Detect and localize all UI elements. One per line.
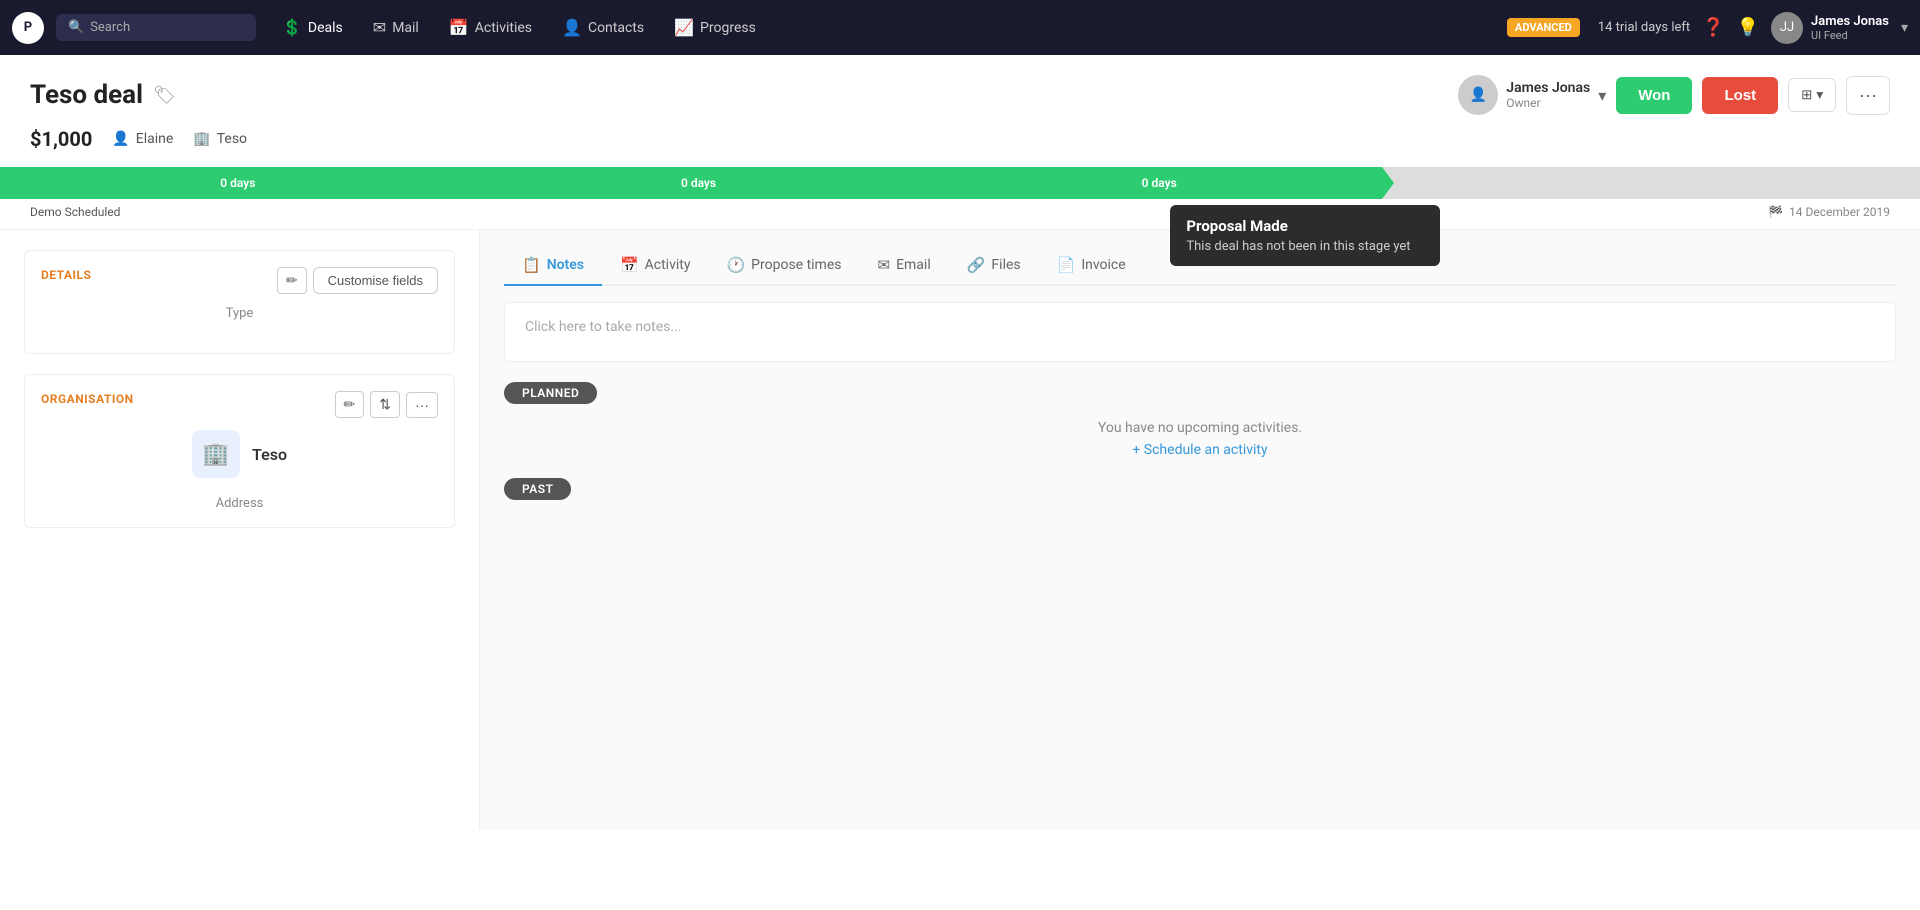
schedule-activity-link[interactable]: + Schedule an activity (504, 442, 1896, 458)
stage-label: Demo Scheduled (30, 205, 120, 219)
progress-seg-2[interactable]: 0 days (461, 167, 922, 199)
type-field: Type (41, 306, 438, 321)
user-sub: UI Feed (1811, 29, 1889, 42)
activities-icon: 📅 (449, 18, 469, 37)
tab-invoice[interactable]: 📄 Invoice (1039, 246, 1144, 286)
bulb-icon[interactable]: 💡 (1737, 17, 1759, 38)
user-dropdown-icon[interactable]: ▾ (1901, 20, 1908, 36)
notes-tab-icon: 📋 (522, 256, 541, 274)
owner-name: James Jonas (1506, 80, 1590, 96)
lost-button[interactable]: Lost (1702, 77, 1778, 114)
user-name: James Jonas (1811, 14, 1889, 29)
deal-person: 👤 Elaine (112, 131, 173, 147)
deal-actions: 👤 James Jonas Owner ▾ Won Lost ⊞ ▾ ··· (1458, 75, 1890, 115)
grid-icon: ⊞ (1801, 87, 1812, 103)
user-avatar: JJ (1771, 12, 1803, 44)
org-actions: ✏ ⇅ ··· (335, 391, 438, 418)
won-button[interactable]: Won (1616, 77, 1692, 114)
details-title: DETAILS (41, 268, 91, 282)
nav-item-mail[interactable]: ✉ Mail (359, 12, 433, 43)
trial-badge: ADVANCED (1507, 18, 1580, 37)
owner-area: 👤 James Jonas Owner ▾ (1458, 75, 1606, 115)
nav-item-activities[interactable]: 📅 Activities (435, 12, 546, 43)
top-nav: P 🔍 Search 💲 Deals ✉ Mail 📅 Activities 👤… (0, 0, 1920, 55)
progress-bar: 0 days 0 days 0 days (0, 167, 1920, 199)
view-toggle-button[interactable]: ⊞ ▾ (1788, 78, 1836, 112)
nav-right: ADVANCED 14 trial days left ❓ 💡 JJ James… (1507, 12, 1908, 44)
tab-files[interactable]: 🔗 Files (949, 246, 1039, 286)
more-org-button[interactable]: ··· (406, 392, 438, 418)
nav-item-deals[interactable]: 💲 Deals (268, 12, 357, 43)
user-area[interactable]: JJ James Jonas UI Feed ▾ (1771, 12, 1908, 44)
activity-tab-icon: 📅 (620, 256, 639, 274)
customise-fields-button[interactable]: Customise fields (313, 267, 438, 294)
org-title: ORGANISATION (41, 392, 134, 406)
search-icon: 🔍 (68, 20, 84, 35)
stage-date: 🏁 14 December 2019 (1768, 205, 1890, 219)
planned-badge: PLANNED (504, 382, 597, 404)
details-actions: ✏ Customise fields (277, 267, 438, 294)
body-section: DETAILS ✏ Customise fields Type ORGANISA… (0, 230, 1920, 830)
contacts-icon: 👤 (562, 18, 582, 37)
search-box[interactable]: 🔍 Search (56, 14, 256, 41)
org-section: ORGANISATION ✏ ⇅ ··· 🏢 Teso Address (24, 374, 455, 528)
invoice-tab-icon: 📄 (1057, 256, 1076, 274)
deal-meta: $1,000 👤 Elaine 🏢 Teso (30, 127, 1890, 151)
nav-item-progress[interactable]: 📈 Progress (660, 12, 770, 43)
expand-org-button[interactable]: ⇅ (370, 391, 400, 418)
mail-icon: ✉ (373, 18, 386, 37)
tab-propose[interactable]: 🕐 Propose times (708, 246, 859, 286)
edit-details-button[interactable]: ✏ (277, 267, 307, 294)
deal-amount: $1,000 (30, 127, 92, 151)
edit-org-button[interactable]: ✏ (335, 391, 365, 418)
tab-email[interactable]: ✉ Email (859, 246, 948, 286)
owner-role: Owner (1506, 96, 1590, 110)
org-address: Address (216, 496, 264, 511)
deal-header: Teso deal 🏷 👤 James Jonas Owner ▾ Won Lo… (0, 55, 1920, 230)
notes-input[interactable]: Click here to take notes... (504, 302, 1896, 362)
org-icon: 🏢 (193, 131, 210, 147)
progress-seg-5[interactable] (1651, 167, 1920, 199)
nav-item-contacts[interactable]: 👤 Contacts (548, 12, 658, 43)
no-activities-text: You have no upcoming activities. (504, 420, 1896, 436)
tabs: 📋 Notes 📅 Activity 🕐 Propose times ✉ Ema… (504, 246, 1896, 286)
progress-seg-3[interactable]: 0 days (921, 167, 1382, 199)
trial-text: 14 trial days left (1598, 20, 1690, 35)
chevron-down-icon: ▾ (1816, 87, 1823, 103)
org-item: 🏢 Teso Address (41, 430, 438, 511)
deal-title: Teso deal (30, 80, 143, 110)
tab-notes[interactable]: 📋 Notes (504, 246, 602, 286)
more-options-button[interactable]: ··· (1846, 76, 1890, 115)
left-panel: DETAILS ✏ Customise fields Type ORGANISA… (0, 230, 480, 830)
past-badge: PAST (504, 478, 571, 500)
progress-section: 0 days 0 days 0 days Proposal Made This … (0, 167, 1920, 229)
type-label: Type (226, 306, 254, 321)
org-logo: 🏢 (192, 430, 240, 478)
deal-org: 🏢 Teso (193, 131, 247, 147)
past-group: PAST (504, 478, 1896, 516)
tag-icon[interactable]: 🏷 (153, 85, 176, 106)
deals-icon: 💲 (282, 18, 302, 37)
owner-avatar: 👤 (1458, 75, 1498, 115)
org-name: Teso (252, 445, 287, 464)
app-logo[interactable]: P (12, 12, 44, 44)
files-tab-icon: 🔗 (967, 256, 986, 274)
person-icon: 👤 (112, 131, 129, 147)
progress-seg-4[interactable] (1382, 167, 1651, 199)
details-section: DETAILS ✏ Customise fields Type (24, 250, 455, 354)
tab-activity[interactable]: 📅 Activity (602, 246, 709, 286)
owner-dropdown-icon[interactable]: ▾ (1598, 86, 1606, 105)
help-icon[interactable]: ❓ (1702, 17, 1724, 38)
nav-items: 💲 Deals ✉ Mail 📅 Activities 👤 Contacts 📈… (268, 12, 770, 43)
email-tab-icon: ✉ (877, 256, 890, 274)
main-content: Teso deal 🏷 👤 James Jonas Owner ▾ Won Lo… (0, 55, 1920, 910)
planned-group: PLANNED You have no upcoming activities.… (504, 382, 1896, 458)
flag-icon: 🏁 (1768, 205, 1783, 219)
right-panel: 📋 Notes 📅 Activity 🕐 Propose times ✉ Ema… (480, 230, 1920, 830)
progress-icon: 📈 (674, 18, 694, 37)
progress-seg-1[interactable]: 0 days (0, 167, 461, 199)
propose-tab-icon: 🕐 (726, 256, 745, 274)
